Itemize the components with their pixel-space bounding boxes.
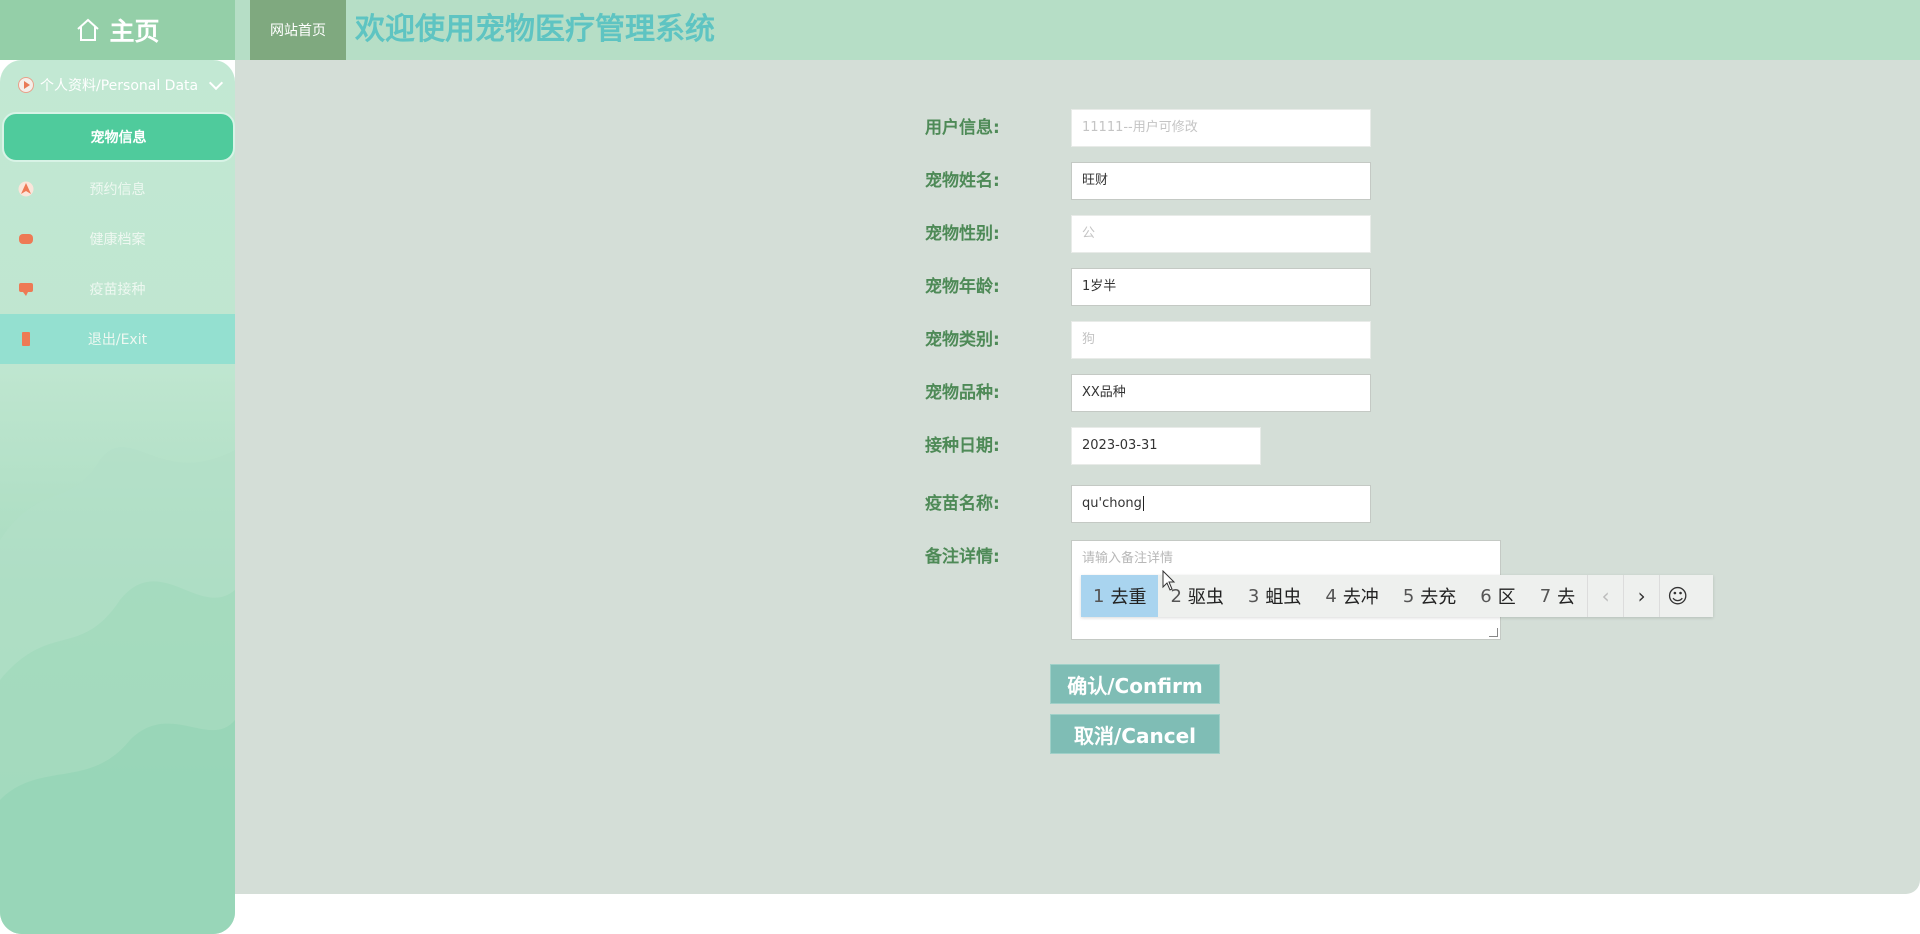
pet-name-field[interactable]: 旺财 bbox=[1071, 162, 1371, 200]
pet-category-field[interactable]: 狗 bbox=[1071, 321, 1371, 359]
main-content: 用户信息: 11111--用户可修改 宠物姓名: 旺财 宠物性别: 公 宠物年龄… bbox=[235, 60, 1920, 894]
sidebar-item-label: 预约信息 bbox=[89, 182, 146, 198]
sidebar-item-label: 健康档案 bbox=[89, 232, 146, 248]
home-link[interactable]: 主页 bbox=[0, 0, 235, 60]
emoji-icon[interactable]: ☺ bbox=[1659, 575, 1695, 617]
ime-candidate[interactable]: 5 去充 bbox=[1391, 575, 1468, 617]
user-info-field[interactable]: 11111--用户可修改 bbox=[1071, 109, 1371, 147]
site-home-tab[interactable]: 网站首页 bbox=[250, 0, 346, 60]
sidebar-item-exit[interactable]: 退出/Exit bbox=[0, 314, 235, 364]
flag-icon bbox=[18, 77, 34, 93]
ime-candidate[interactable]: 4 去冲 bbox=[1313, 575, 1390, 617]
vaccine-name-value: qu'chong bbox=[1082, 496, 1142, 511]
cancel-button[interactable]: 取消/Cancel bbox=[1050, 714, 1220, 754]
sidebar-item-label: 宠物信息 bbox=[90, 130, 147, 146]
sidebar-item-appointments[interactable]: 预约信息 bbox=[0, 164, 235, 214]
pet-breed-label: 宠物品种: bbox=[925, 383, 1000, 403]
home-label: 主页 bbox=[109, 17, 160, 46]
vaccination-date-field[interactable]: 2023-03-31 bbox=[1071, 427, 1261, 465]
top-bar: 主页 网站首页 欢迎使用宠物医疗管理系统 bbox=[0, 0, 1920, 60]
ime-candidate[interactable]: 1 去重 bbox=[1081, 575, 1159, 617]
sidebar-item-label: 疫苗接种 bbox=[89, 282, 146, 298]
sidebar-item-pet-info[interactable]: 宠物信息 bbox=[2, 112, 235, 162]
ime-next-page-icon[interactable]: › bbox=[1623, 575, 1659, 617]
pet-sex-label: 宠物性别: bbox=[925, 224, 1000, 244]
mountain-background bbox=[0, 447, 235, 934]
pet-breed-field[interactable]: XX品种 bbox=[1071, 374, 1371, 412]
pet-name-label: 宠物姓名: bbox=[925, 171, 1000, 191]
chat-bubble-icon bbox=[19, 234, 33, 244]
ime-candidate[interactable]: 3 蛆虫 bbox=[1236, 575, 1313, 617]
pet-sex-field[interactable]: 公 bbox=[1071, 215, 1371, 253]
chevron-down-icon bbox=[208, 75, 224, 91]
resize-handle-icon[interactable] bbox=[1489, 628, 1498, 637]
sidebar-group-label: 个人资料/Personal Data bbox=[40, 78, 199, 94]
vaccine-name-label: 疫苗名称: bbox=[925, 494, 1000, 514]
text-caret bbox=[1142, 496, 1144, 511]
ime-candidate[interactable]: 7去 bbox=[1528, 575, 1587, 617]
sidebar-item-label: 退出/Exit bbox=[87, 332, 148, 348]
pet-age-field[interactable]: 1岁半 bbox=[1071, 268, 1371, 306]
sidebar-item-health-records[interactable]: 健康档案 bbox=[0, 214, 235, 264]
sidebar: 个人资料/Personal Data 宠物信息 预约信息 健康档案 疫苗接种 退… bbox=[0, 60, 235, 934]
door-icon bbox=[22, 332, 30, 346]
pet-age-label: 宠物年龄: bbox=[925, 277, 1000, 297]
home-icon bbox=[77, 18, 100, 41]
sidebar-item-vaccination[interactable]: 疫苗接种 bbox=[0, 264, 235, 314]
comment-icon bbox=[19, 283, 33, 296]
page-title: 欢迎使用宠物医疗管理系统 bbox=[355, 12, 715, 47]
mouse-cursor-icon bbox=[1162, 570, 1176, 591]
confirm-button[interactable]: 确认/Confirm bbox=[1050, 664, 1220, 704]
user-info-label: 用户信息: bbox=[925, 118, 1000, 138]
note-placeholder: 请输入备注详情 bbox=[1082, 551, 1174, 566]
navigation-arrow-icon bbox=[18, 181, 34, 197]
ime-candidate[interactable]: 6区 bbox=[1468, 575, 1527, 617]
pet-category-label: 宠物类别: bbox=[925, 330, 1000, 350]
sidebar-group-personal-data[interactable]: 个人资料/Personal Data bbox=[0, 70, 235, 100]
vaccination-date-label: 接种日期: bbox=[925, 436, 1000, 456]
ime-prev-page-icon[interactable]: ‹ bbox=[1587, 575, 1623, 617]
vaccine-name-field[interactable]: qu'chong bbox=[1071, 485, 1371, 523]
note-label: 备注详情: bbox=[925, 547, 1000, 567]
